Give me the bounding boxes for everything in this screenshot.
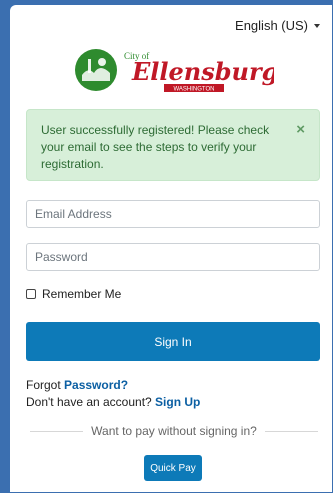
remember-me[interactable]: Remember Me [26, 287, 121, 301]
success-alert: User successfully registered! Please che… [26, 109, 320, 181]
forgot-prefix: Forgot [26, 378, 65, 392]
pay-divider: Want to pay without signing in? [30, 423, 318, 439]
remember-label: Remember Me [42, 287, 122, 301]
city-emblem-icon [75, 49, 117, 91]
password-field[interactable] [26, 243, 320, 271]
email-field[interactable] [26, 200, 320, 228]
chevron-down-icon [314, 23, 320, 28]
city-logo: City of Ellensburg WASHINGTON [75, 49, 274, 93]
close-icon[interactable]: × [296, 121, 305, 138]
divider-rule-right [264, 430, 318, 432]
quick-pay-button[interactable]: Quick Pay [144, 455, 202, 481]
login-card: English (US) City of Ellensburg WASHINGT… [10, 5, 332, 492]
forgot-password-link[interactable]: Password? [64, 378, 128, 392]
sign-up-link[interactable]: Sign Up [155, 395, 200, 409]
forgot-password-line: Forgot Password? [26, 378, 128, 392]
remember-checkbox[interactable] [26, 289, 36, 299]
divider-text: Want to pay without signing in? [91, 424, 257, 438]
divider-rule-left [30, 430, 84, 432]
signup-prefix: Don't have an account? [26, 395, 156, 409]
logo-state: WASHINGTON [173, 87, 214, 93]
logo-name: Ellensburg [131, 57, 274, 86]
alert-message: User successfully registered! Please che… [41, 123, 270, 171]
sign-in-button[interactable]: Sign In [26, 322, 320, 361]
language-label: English (US) [235, 18, 308, 33]
language-selector[interactable]: English (US) [235, 18, 320, 33]
signup-line: Don't have an account? Sign Up [26, 395, 200, 409]
